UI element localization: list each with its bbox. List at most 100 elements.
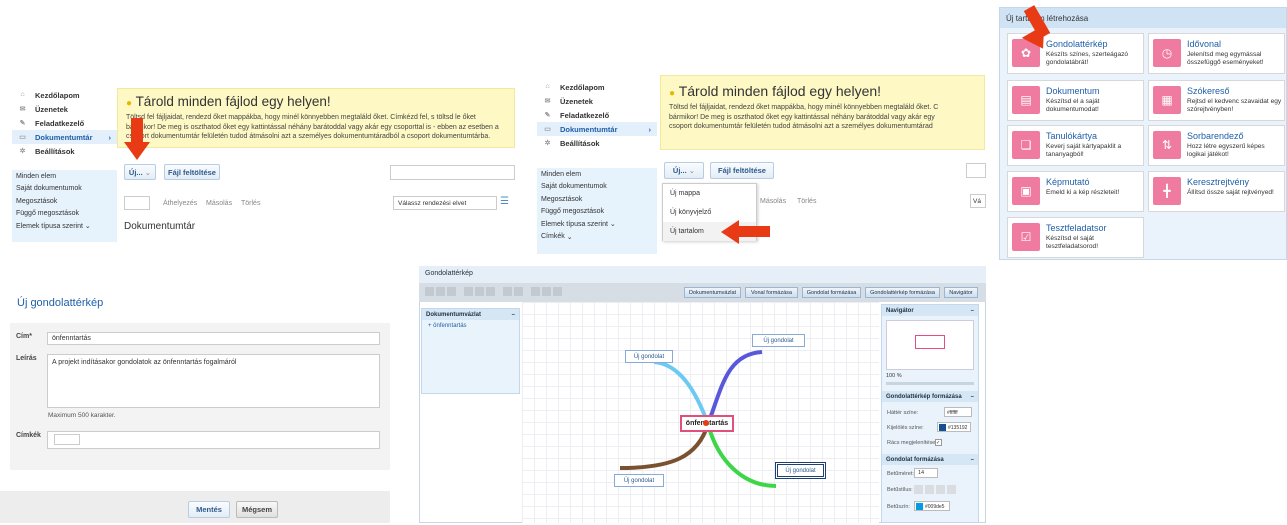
- redo-icon[interactable]: [514, 287, 523, 296]
- mindmap-node-selected[interactable]: Új gondolat: [775, 462, 826, 479]
- font-color-input[interactable]: #009de5: [914, 501, 950, 511]
- submenu-own[interactable]: Saját dokumentumok: [537, 181, 657, 194]
- mindmap-node[interactable]: Új gondolat: [614, 474, 664, 487]
- sort-select[interactable]: Válassz rendezési elvet: [393, 196, 497, 210]
- fit-icon[interactable]: [553, 287, 562, 296]
- font-size-select[interactable]: 14: [914, 468, 938, 478]
- submenu-all[interactable]: Minden elem: [12, 170, 117, 183]
- nav-item-documents[interactable]: ▭ Dokumentumtár ›: [12, 130, 117, 144]
- nav-item-settings[interactable]: ✲ Beállítások: [12, 144, 117, 158]
- tile-test[interactable]: ☑ Tesztfeladatsor Készítsd el saját tesztf…: [1007, 217, 1144, 258]
- new-menu-button[interactable]: Új... ⌄: [124, 164, 156, 180]
- main-nav: ⌂ Kezdőlapom ✉ Üzenetek ✎ Feladatkezelő ▭ Do…: [12, 88, 117, 158]
- viewport-rect[interactable]: [915, 335, 945, 349]
- delete-action[interactable]: Törlés: [241, 200, 260, 207]
- image-icon: ▣: [1012, 177, 1040, 205]
- arrow-pointer: [738, 226, 770, 237]
- bg-color-input[interactable]: #ffffff: [944, 407, 972, 417]
- mindmap-node[interactable]: Új gondolat: [625, 350, 673, 363]
- cancel-button[interactable]: Mégsem: [236, 501, 278, 518]
- title-field[interactable]: önfenntartás: [47, 332, 380, 345]
- nav-item-messages[interactable]: ✉ Üzenetek: [12, 102, 117, 116]
- description-field[interactable]: A projekt indításakor gondolatok az önfe…: [47, 354, 380, 408]
- tags-field[interactable]: [47, 431, 380, 449]
- map-format-button[interactable]: Gondolattérkép formázása: [865, 287, 940, 298]
- grid-checkbox[interactable]: ✓: [935, 439, 942, 446]
- banner-title: Tárold minden fájlod egy helyen!: [135, 94, 331, 109]
- submenu-tags[interactable]: Címkék ⌄: [537, 231, 657, 244]
- mindmap-node[interactable]: Új gondolat: [752, 334, 805, 347]
- navigator-button[interactable]: Navigátor: [944, 287, 978, 298]
- submenu-all[interactable]: Minden elem: [537, 168, 657, 181]
- chevron-down-icon: ⌄: [144, 167, 152, 177]
- outline-toggle-button[interactable]: Dokumentumvázlat: [684, 287, 741, 298]
- document-icon: ▤: [1012, 86, 1040, 114]
- selection-color-input[interactable]: #135192: [937, 422, 971, 432]
- thought-format-button[interactable]: Gondolat formázása: [802, 287, 861, 298]
- undo-icon[interactable]: [503, 287, 512, 296]
- submenu-pending[interactable]: Függő megosztások: [12, 208, 117, 221]
- submenu-types[interactable]: Elemek típusa szerint ⌄: [537, 218, 657, 231]
- search-input[interactable]: [966, 163, 986, 178]
- nav-item-messages[interactable]: ✉ Üzenetek: [537, 94, 657, 108]
- upload-button[interactable]: Fájl feltöltése: [710, 162, 774, 179]
- menu-item-new-folder[interactable]: Új mappa: [663, 184, 756, 203]
- crossword-icon: ╋: [1153, 177, 1181, 205]
- nav-item-home[interactable]: ⌂ Kezdőlapom: [537, 80, 657, 94]
- delete-icon[interactable]: [486, 287, 495, 296]
- menu-item-new-bookmark[interactable]: Új könyvjelző: [663, 203, 756, 222]
- submenu-shares[interactable]: Megosztások: [12, 195, 117, 208]
- banner-title: Tárold minden fájlod egy helyen!: [678, 83, 882, 99]
- bold-icon[interactable]: [914, 485, 923, 494]
- tile-flashcards[interactable]: ❏ Tanulókártya Keverj saját kártyapaklit a…: [1007, 125, 1144, 166]
- print-icon[interactable]: [447, 287, 456, 296]
- tile-sorter[interactable]: ⇅ Sorbarendező Hozz létre egyszerű képes l…: [1148, 125, 1285, 166]
- zoom-slider[interactable]: [886, 382, 974, 385]
- folder-icon: ▭: [19, 134, 26, 141]
- home-icon: ⌂: [545, 83, 550, 90]
- task-icon: ✎: [19, 120, 26, 127]
- nav-item-documents[interactable]: ▭ Dokumentumtár ›: [537, 122, 657, 136]
- italic-icon[interactable]: [925, 485, 934, 494]
- tile-image-viewer[interactable]: ▣ Képmutató Emeld ki a kép részleteit!: [1007, 171, 1144, 212]
- outline-item[interactable]: + önfenntartás: [422, 320, 519, 332]
- zoom-in-icon[interactable]: [531, 287, 540, 296]
- sort-select[interactable]: Vá: [970, 194, 986, 208]
- delete-action[interactable]: Törlés: [797, 198, 816, 205]
- tile-document[interactable]: ▤ Dokumentum Készítsd el a saját dokumentu…: [1007, 80, 1144, 121]
- more-icon[interactable]: [947, 485, 956, 494]
- nav-item-tasks[interactable]: ✎ Feladatkezelő: [537, 108, 657, 122]
- search-input[interactable]: [390, 165, 515, 180]
- save-icon[interactable]: [425, 287, 434, 296]
- nav-item-tasks[interactable]: ✎ Feladatkezelő: [12, 116, 117, 130]
- nav-item-settings[interactable]: ✲ Beállítások: [537, 136, 657, 150]
- copy-action[interactable]: Másolás: [760, 198, 786, 205]
- open-icon[interactable]: [436, 287, 445, 296]
- add-child-icon[interactable]: [475, 287, 484, 296]
- description-label: Leírás: [16, 355, 37, 362]
- select-all-checkbox[interactable]: [124, 196, 150, 210]
- submenu-pending[interactable]: Függő megosztások: [537, 206, 657, 219]
- nav-item-home[interactable]: ⌂ Kezdőlapom: [12, 88, 117, 102]
- tags-select[interactable]: [54, 434, 80, 445]
- submenu-types[interactable]: Elemek típusa szerint ⌄: [12, 220, 117, 233]
- copy-action[interactable]: Másolás: [206, 200, 232, 207]
- move-action[interactable]: Áthelyezés: [163, 200, 197, 207]
- submenu-own[interactable]: Saját dokumentumok: [12, 183, 117, 196]
- add-icon[interactable]: [464, 287, 473, 296]
- submenu-shares[interactable]: Megosztások: [537, 193, 657, 206]
- tile-timeline[interactable]: ◷ Idővonal Jelenítsd meg egymással összefü…: [1148, 33, 1285, 74]
- mindmap-branches: [619, 350, 777, 488]
- chevron-right-icon: ›: [648, 124, 652, 134]
- new-menu-button[interactable]: Új... ⌄: [664, 162, 704, 179]
- upload-button[interactable]: Fájl feltöltése: [164, 164, 220, 180]
- list-view-icon[interactable]: ☰: [500, 196, 514, 210]
- underline-icon[interactable]: [936, 485, 945, 494]
- tile-crossword[interactable]: ╋ Keresztrejtvény Állítsd össze saját rejt…: [1148, 171, 1285, 212]
- zoom-out-icon[interactable]: [542, 287, 551, 296]
- line-format-button[interactable]: Vonal formázása: [745, 287, 798, 298]
- tile-wordsearch[interactable]: ▦ Szókereső Rejtsd el kedvenc szavaidat eg…: [1148, 80, 1285, 121]
- center-dot: [703, 420, 709, 426]
- navigator-preview[interactable]: [886, 320, 974, 370]
- save-button[interactable]: Mentés: [188, 501, 230, 518]
